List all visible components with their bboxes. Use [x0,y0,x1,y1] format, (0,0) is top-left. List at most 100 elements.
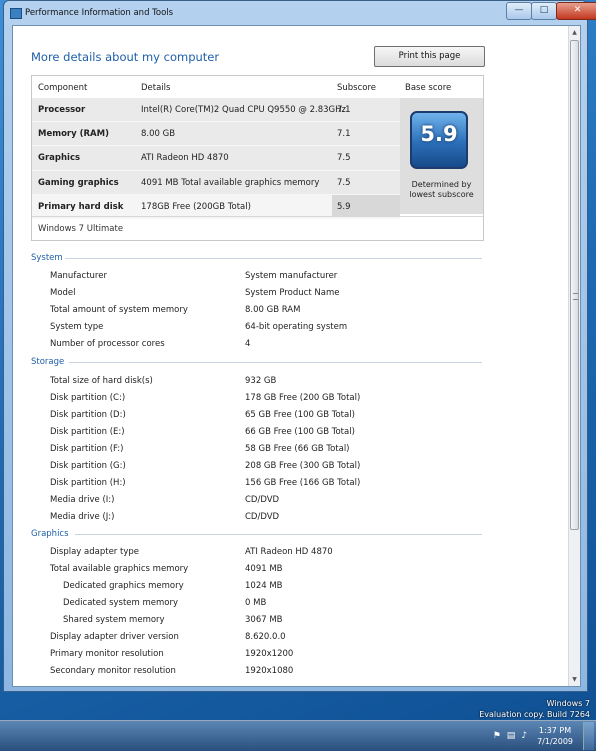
scroll-up-icon[interactable]: ▲ [569,27,580,38]
taskbar: ⚑ ▤ ♪ 1:37 PM 7/1/2009 [0,720,596,751]
info-value: 178 GB Free (200 GB Total) [245,393,361,403]
component-details: 178GB Free (200GB Total) [141,201,251,212]
component-details: Intel(R) Core(TM)2 Quad CPU Q9550 @ 2.83… [141,105,346,115]
maximize-button[interactable]: □ [531,2,557,20]
base-score-value: 5.9 [420,122,458,146]
base-caption-line2: lowest subscore [409,190,474,199]
evaluation-watermark: Windows 7 Evaluation copy. Build 7264 [479,698,590,720]
info-value: 208 GB Free (300 GB Total) [245,461,361,471]
component-name: Processor [38,105,86,115]
info-value: 58 GB Free (66 GB Total) [245,444,350,454]
header-component: Component [38,83,88,93]
table-row: Processor Intel(R) Core(TM)2 Quad CPU Q9… [32,98,400,123]
score-rows: Processor Intel(R) Core(TM)2 Quad CPU Q9… [32,98,400,219]
network-icon[interactable]: ▤ [507,731,516,741]
scrollbar-thumb[interactable] [570,40,579,530]
info-label: Media drive (I:) [50,495,115,505]
os-edition-row: Windows 7 Ultimate [32,216,483,241]
app-icon [10,8,22,19]
base-caption-line1: Determined by [411,180,472,189]
info-value: 66 GB Free (100 GB Total) [245,427,355,437]
header-details: Details [141,83,171,93]
score-table-header: Component Details Subscore Base score [32,76,483,98]
table-row: Gaming graphics 4091 MB Total available … [32,170,400,195]
section-divider [65,258,482,259]
clock-time: 1:37 PM [538,726,572,735]
info-value: 1920x1200 [245,649,294,659]
close-button[interactable]: ✕ [556,2,596,20]
table-row: Graphics ATI Radeon HD 4870 7.5 [32,146,400,171]
scroll-down-icon[interactable]: ▼ [569,674,580,685]
info-value: CD/DVD [245,495,280,505]
component-details: 4091 MB Total available graphics memory [141,177,320,188]
section-graphics-title: Graphics [31,529,69,539]
content-pane: More details about my computer Print thi… [12,25,581,687]
minimize-button[interactable]: — [506,2,532,20]
info-label: Manufacturer [50,271,107,281]
base-score-panel: 5.9 Determined by lowest subscore [400,98,483,214]
info-label: Disk partition (G:) [50,461,126,471]
info-value: 64-bit operating system [245,322,348,332]
info-label: Total available graphics memory [50,564,189,574]
base-score-caption: Determined by lowest subscore [400,180,483,200]
section-storage-title: Storage [31,357,65,367]
info-label: Dedicated graphics memory [63,581,184,591]
base-score-badge-icon: 5.9 [410,111,468,169]
info-label: Media drive (J:) [50,512,115,522]
clock-date: 7/1/2009 [537,737,573,746]
subscore: 7.5 [337,177,351,188]
header-subscore: Subscore [337,83,377,93]
info-label: Disk partition (C:) [50,393,126,403]
flag-icon[interactable]: ⚑ [493,731,501,741]
section-divider [69,362,482,363]
performance-window: Performance Information and Tools — □ ✕ … [3,0,596,692]
grip-icon [573,293,578,300]
info-label: Primary monitor resolution [50,649,164,659]
info-label: Disk partition (D:) [50,410,126,420]
table-row: Memory (RAM) 8.00 GB 7.1 [32,122,400,147]
info-label: Secondary monitor resolution [50,666,176,676]
vertical-scrollbar[interactable]: ▲ ▼ [568,26,580,686]
info-value: 8.00 GB RAM [245,305,301,315]
info-value: System manufacturer [245,271,338,281]
info-label: Number of processor cores [50,339,165,349]
info-label: Display adapter type [50,547,139,557]
info-label: Total amount of system memory [50,305,188,315]
print-button[interactable]: Print this page [374,46,485,67]
subscore: 7.1 [337,129,351,140]
component-name: Gaming graphics [38,177,119,188]
section-system-title: System [31,253,63,263]
info-value: 1024 MB [245,581,283,591]
info-value: ATI Radeon HD 4870 [245,547,333,557]
info-value: CD/DVD [245,512,280,522]
subscore: 7.5 [337,153,351,164]
subscore: 5.9 [337,201,351,212]
info-value: 3067 MB [245,615,283,625]
info-label: Disk partition (H:) [50,478,126,488]
info-value: 1920x1080 [245,666,294,676]
info-value: 4 [245,339,251,349]
info-value: 156 GB Free (166 GB Total) [245,478,361,488]
info-label: Shared system memory [63,615,165,625]
watermark-build: Evaluation copy. Build 7264 [479,710,590,719]
window-title: Performance Information and Tools [25,8,174,18]
info-value: 4091 MB [245,564,283,574]
info-label: Model [50,288,76,298]
info-label: Display adapter driver version [50,632,179,642]
info-label: Disk partition (E:) [50,427,125,437]
info-label: Disk partition (F:) [50,444,124,454]
info-value: 8.620.0.0 [245,632,286,642]
show-desktop-button[interactable] [583,722,594,750]
info-value: 0 MB [245,598,267,608]
speaker-icon[interactable]: ♪ [521,731,527,741]
info-label: Dedicated system memory [63,598,179,608]
component-details: 8.00 GB [141,129,176,140]
clock[interactable]: 1:37 PM 7/1/2009 [533,725,577,747]
component-name: Primary hard disk [38,201,124,212]
component-details: ATI Radeon HD 4870 [141,153,229,164]
info-value: 932 GB [245,376,277,386]
component-name: Memory (RAM) [38,129,109,140]
title-bar[interactable]: Performance Information and Tools — □ ✕ [4,1,596,25]
info-value: 65 GB Free (100 GB Total) [245,410,355,420]
page-title: More details about my computer [31,50,220,64]
